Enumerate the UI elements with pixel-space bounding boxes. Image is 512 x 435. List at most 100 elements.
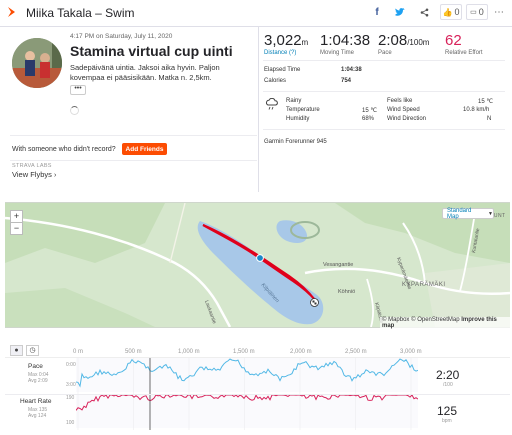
relative-effort-label: Relative Effort	[445, 50, 483, 56]
weather-condition: Rainy	[286, 98, 302, 104]
map-canvas: Kilpiäinen Vesangantie Köhniö KYPARÄMÄKI…	[5, 203, 510, 327]
chevron-right-icon: ›	[53, 172, 57, 179]
hr-y-bottom-label: 100	[66, 420, 75, 426]
wind-speed-label: Wind Speed	[387, 107, 420, 113]
map-attribution: © Mapbox © OpenStreetMap Improve this ma…	[380, 317, 512, 329]
pace-avg: Avg 2:09	[28, 378, 48, 384]
place-label-kohnio: Köhniö	[338, 289, 355, 295]
stat-pace: 2:08/100m Pace	[378, 32, 429, 56]
rain-cloud-icon	[266, 98, 278, 110]
x-tick: 3,000 m	[400, 349, 422, 355]
divider	[10, 160, 257, 161]
pace-unit: /100m	[407, 38, 430, 47]
more-actions-button[interactable]: ⋯	[492, 4, 506, 20]
pace-current-value: 2:20	[436, 368, 460, 382]
device-name: Garmin Forerunner 945	[264, 139, 327, 145]
activity-name: Stamina virtual cup uinti	[70, 43, 233, 59]
temperature-label: Temperature	[286, 107, 320, 113]
activity-date: 4:17 PM on Saturday, July 11, 2020	[70, 33, 173, 40]
divider	[263, 91, 505, 92]
strava-chevron-icon	[8, 7, 15, 17]
pace-y-bottom-label: 3:00	[66, 382, 76, 388]
page-title: Miika Takala – Swim	[26, 6, 135, 20]
comment-icon: ▭	[470, 9, 477, 16]
avatar-photo	[12, 38, 62, 88]
stat-moving-time: 1:04:38 Moving Time	[320, 32, 370, 56]
kudos-count: 0	[454, 7, 460, 17]
finish-flag-icon	[310, 298, 319, 307]
moving-time-value: 1:04:38	[320, 32, 371, 49]
share-icon	[420, 8, 428, 16]
pace-plot-bg	[76, 358, 418, 392]
thumbs-up-icon: 👍	[442, 7, 453, 17]
column-divider	[258, 27, 259, 192]
relative-effort-value: 62	[445, 32, 462, 49]
activity-header: Miika Takala – Swim f 👍 0 ▭ 0 ⋯	[0, 0, 512, 27]
pace-y-top-label: 0:00	[66, 362, 76, 368]
wind-speed-value: 10.8 km/h	[463, 107, 490, 113]
kudos-button[interactable]: 👍 0	[440, 4, 462, 20]
more-description-button[interactable]: •••	[70, 85, 86, 95]
hr-current-value: 125	[437, 404, 458, 418]
zoom-out-button[interactable]: −	[10, 222, 23, 235]
view-flybys-link[interactable]: View Flybys ›	[12, 170, 56, 179]
clock-icon: ◷	[29, 347, 36, 354]
loading-spinner-icon	[70, 106, 79, 115]
strava-labs-label: STRAVA LABS	[12, 163, 52, 169]
feels-like-value: 15 ℃	[478, 99, 494, 105]
map-pin-tab[interactable]: ●	[10, 345, 23, 356]
facebook-share-button[interactable]: f	[369, 4, 385, 20]
stat-distance: 3,022m Distance (?)	[264, 32, 308, 56]
stat-relative-effort[interactable]: 62 Relative Effort	[445, 32, 483, 56]
comment-count: 0	[478, 7, 484, 17]
wind-direction-label: Wind Direction	[387, 116, 427, 122]
avatar[interactable]	[12, 38, 62, 88]
map-type-value: Standard Map	[447, 207, 472, 220]
share-button[interactable]	[416, 4, 432, 20]
route-map[interactable]: Kilpiäinen Vesangantie Köhniö KYPARÄMÄKI…	[5, 202, 510, 328]
elapsed-time-label: Elapsed Time	[264, 67, 301, 73]
no-record-text: With someone who didn't record?	[12, 146, 116, 153]
divider	[5, 394, 510, 395]
comment-button[interactable]: ▭ 0	[466, 4, 488, 20]
x-tick: 1,500 m	[233, 349, 255, 355]
x-tick: 1,000 m	[178, 349, 200, 355]
map-type-select[interactable]: Standard Map ▼	[442, 207, 494, 220]
twitter-share-button[interactable]	[392, 4, 408, 20]
pace-label: Pace	[378, 50, 392, 56]
hr-y-top-label: 190	[66, 395, 75, 401]
humidity-value: 68%	[362, 116, 375, 122]
more-icon: ⋯	[494, 6, 504, 18]
divider	[263, 129, 505, 130]
calories-value: 754	[341, 78, 352, 84]
chevron-down-icon: ▼	[488, 210, 493, 217]
x-tick: 500 m	[125, 349, 142, 355]
add-friends-button[interactable]: Add Friends	[122, 143, 167, 155]
map-pin-icon: ●	[14, 347, 19, 354]
calories-label: Calories	[264, 78, 287, 84]
distance-unit: m	[301, 38, 309, 47]
hr-plot-bg	[76, 394, 418, 428]
x-tick: 0 m	[73, 349, 84, 355]
pace-row-label: Pace	[28, 363, 43, 370]
wind-direction-value: N	[487, 116, 492, 122]
heart-rate-avg: Avg 124	[28, 413, 47, 419]
distance-value: 3,022	[264, 32, 302, 49]
x-tick: 2,500 m	[345, 349, 367, 355]
clock-tab[interactable]: ◷	[26, 345, 39, 356]
pace-value: 2:08	[378, 32, 408, 49]
heart-rate-row-label: Heart Rate	[20, 398, 52, 405]
activity-description: Sadepäivänä uintia. Jaksoi aika hyvin. P…	[70, 63, 220, 82]
temperature-value: 15 ℃	[362, 108, 378, 114]
view-flybys-label: View Flybys	[12, 170, 52, 179]
moving-time-label: Moving Time	[320, 50, 355, 56]
hr-current-unit: bpm	[442, 418, 452, 424]
humidity-label: Humidity	[286, 116, 310, 122]
divider	[10, 135, 257, 136]
elapsed-time-value: 1:04:38	[341, 67, 362, 73]
x-tick: 2,000 m	[290, 349, 312, 355]
divider	[263, 60, 505, 61]
pace-current-unit: /100	[443, 382, 453, 388]
distance-label[interactable]: Distance (?)	[264, 50, 308, 56]
feels-like-label: Feels like	[387, 98, 413, 104]
